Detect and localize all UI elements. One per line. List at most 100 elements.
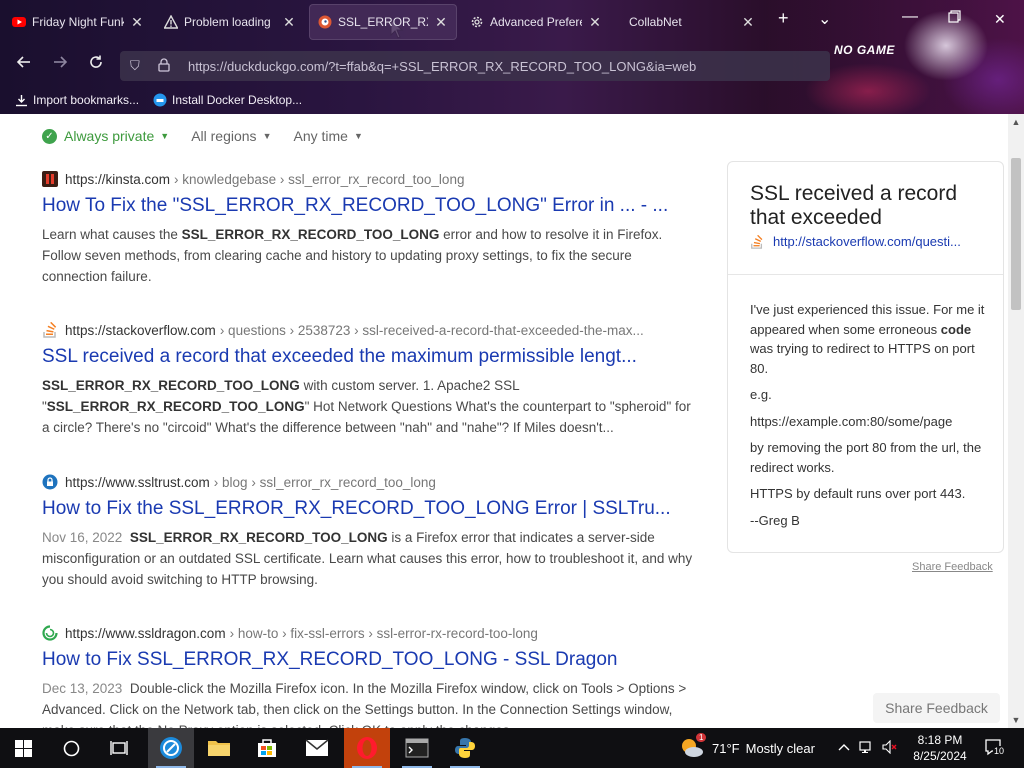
result-date: Dec 13, 2023 <box>42 681 123 696</box>
infobox-title: SSL received a record that exceeded <box>750 182 957 229</box>
result-title-link[interactable]: How to Fix SSL_ERROR_RX_RECORD_TOO_LONG … <box>42 649 694 671</box>
taskbar-file-explorer[interactable] <box>196 728 242 768</box>
taskbar-store[interactable] <box>244 728 290 768</box>
result-path: › blog › ssl_error_rx_record_too_long <box>213 474 436 490</box>
windows-taskbar: 1 71°F Mostly clear 8:18 PM 8/25/2024 10 <box>0 728 1024 768</box>
bookmark-import[interactable]: Import bookmarks... <box>14 93 139 107</box>
result-title-link[interactable]: How To Fix the "SSL_ERROR_RX_RECORD_TOO_… <box>42 195 694 217</box>
task-view-icon <box>110 741 128 755</box>
import-icon <box>14 93 28 107</box>
share-feedback-button[interactable]: Share Feedback <box>873 693 1000 723</box>
scroll-thumb[interactable] <box>1011 158 1021 310</box>
result-path: › how-to › fix-ssl-errors › ssl-error-rx… <box>229 625 538 641</box>
bookmark-label: Install Docker Desktop... <box>172 93 303 107</box>
tab-label: Advanced Prefere <box>490 15 582 29</box>
close-icon[interactable]: ✕ <box>588 14 602 31</box>
back-arrow-icon <box>16 56 30 68</box>
windows-logo-icon <box>14 739 32 757</box>
infobox-paragraph: e.g. <box>750 387 772 402</box>
caret-down-icon: ▼ <box>160 131 170 141</box>
close-icon[interactable]: ✕ <box>282 14 296 31</box>
scroll-up-arrow-icon[interactable]: ▲ <box>1008 114 1024 130</box>
task-view-button[interactable] <box>96 728 142 768</box>
taskbar-opera[interactable] <box>344 728 390 768</box>
tab-collabnet[interactable]: CollabNet ✕ <box>615 4 763 40</box>
weather-badge: 1 <box>696 733 707 742</box>
volume-muted-icon[interactable] <box>882 739 898 757</box>
system-tray <box>838 728 898 768</box>
result-url[interactable]: https://www.ssldragon.com › how-to › fix… <box>42 625 694 641</box>
docker-icon <box>153 93 167 107</box>
privacy-filter[interactable]: ✓ Always private ▼ <box>42 128 169 144</box>
region-filter-label: All regions <box>191 128 257 144</box>
minimize-button[interactable]: — <box>902 8 918 26</box>
ssltrust-favicon-icon <box>42 474 58 490</box>
privacy-filter-label: Always private <box>64 128 155 144</box>
result-snippet-text: Double-click the Mozilla Firefox icon. I… <box>42 681 687 728</box>
result-domain: https://www.ssldragon.com <box>65 625 226 641</box>
tab-problem-loading[interactable]: Problem loading ✕ <box>156 4 304 40</box>
tab-ssl-error[interactable]: SSL_ERROR_RX_R ✕ <box>309 4 457 40</box>
time-filter[interactable]: Any time ▼ <box>293 128 362 144</box>
new-tab-button[interactable]: + <box>778 8 789 29</box>
search-filters: ✓ Always private ▼ All regions ▼ Any tim… <box>42 128 385 144</box>
result-url[interactable]: https://stackoverflow.com › questions › … <box>42 322 694 338</box>
weather-widget[interactable]: 1 71°F Mostly clear <box>680 728 815 768</box>
bookmark-docker[interactable]: Install Docker Desktop... <box>153 93 302 107</box>
clock-date: 8/25/2024 <box>913 749 967 763</box>
kinsta-favicon-icon <box>42 171 58 187</box>
tab-strip: Friday Night Funk ✕ Problem loading ✕ SS… <box>0 0 1024 44</box>
close-icon[interactable]: ✕ <box>741 14 755 31</box>
result-domain: https://kinsta.com <box>65 171 171 187</box>
notification-center-button[interactable]: 10 <box>984 738 1006 758</box>
close-window-button[interactable]: ✕ <box>994 11 1006 28</box>
page-scrollbar[interactable]: ▲ ▼ <box>1008 114 1024 728</box>
network-icon[interactable] <box>859 740 875 757</box>
browser-app-icon <box>160 737 182 759</box>
browser-chrome: NO GAME Friday Night Funk ✕ Problem load… <box>0 0 1024 114</box>
divider <box>728 274 1003 275</box>
taskbar-terminal[interactable] <box>394 728 440 768</box>
taskbar-python[interactable] <box>442 728 488 768</box>
result-path: › knowledgebase › ssl_error_rx_record_to… <box>174 171 465 187</box>
infobox-paragraph: by removing the port 80 from the url, th… <box>750 440 982 475</box>
tab-youtube[interactable]: Friday Night Funk ✕ <box>4 4 152 40</box>
search-circle-icon <box>63 740 79 756</box>
warning-icon <box>164 15 178 29</box>
navigation-bar: ⛉ https://duckduckgo.com/?t=ffab&q=+SSL_… <box>0 48 1024 84</box>
taskbar-mail[interactable] <box>294 728 340 768</box>
share-feedback-link[interactable]: Share Feedback <box>912 561 993 573</box>
restore-icon <box>948 10 961 23</box>
shield-icon[interactable]: ⛉ <box>130 58 148 74</box>
result-title-link[interactable]: How to Fix the SSL_ERROR_RX_RECORD_TOO_L… <box>42 498 694 520</box>
clock-time: 8:18 PM <box>917 733 963 747</box>
infobox-paragraph: --Greg B <box>750 512 800 528</box>
search-result: https://kinsta.com › knowledgebase › ssl… <box>42 171 694 287</box>
maximize-button[interactable] <box>948 10 961 26</box>
system-clock[interactable]: 8:18 PM 8/25/2024 <box>904 732 976 764</box>
back-button[interactable] <box>12 54 36 75</box>
reload-button[interactable] <box>84 54 108 75</box>
tab-advanced-preferences[interactable]: Advanced Prefere ✕ <box>462 4 610 40</box>
region-filter[interactable]: All regions ▼ <box>191 128 271 144</box>
forward-button[interactable] <box>48 54 72 75</box>
mail-icon <box>305 739 329 756</box>
result-snippet-text: SSL_ERROR_RX_RECORD_TOO_LONG is a Firefo… <box>42 530 693 587</box>
weather-moon-icon: 1 <box>680 733 707 759</box>
address-bar[interactable]: ⛉ https://duckduckgo.com/?t=ffab&q=+SSL_… <box>120 51 830 81</box>
result-url[interactable]: https://www.ssltrust.com › blog › ssl_er… <box>42 474 694 490</box>
chevron-up-icon[interactable] <box>838 742 850 754</box>
result-url[interactable]: https://kinsta.com › knowledgebase › ssl… <box>42 171 694 187</box>
scroll-down-arrow-icon[interactable]: ▼ <box>1008 712 1024 728</box>
close-icon[interactable]: ✕ <box>434 14 448 31</box>
search-button[interactable] <box>48 728 94 768</box>
close-icon[interactable]: ✕ <box>130 14 144 31</box>
result-title-link[interactable]: SSL received a record that exceeded the … <box>42 346 694 368</box>
taskbar-browser-app[interactable] <box>148 728 194 768</box>
start-button[interactable] <box>0 728 46 768</box>
lock-icon[interactable] <box>158 57 176 75</box>
infobox-source-link[interactable]: http://stackoverflow.com/questi... <box>750 234 990 249</box>
search-result: https://www.ssldragon.com › how-to › fix… <box>42 625 694 728</box>
list-tabs-button[interactable]: ⌄ <box>818 9 831 29</box>
result-snippet: Learn what causes the SSL_ERROR_RX_RECOR… <box>42 227 663 284</box>
